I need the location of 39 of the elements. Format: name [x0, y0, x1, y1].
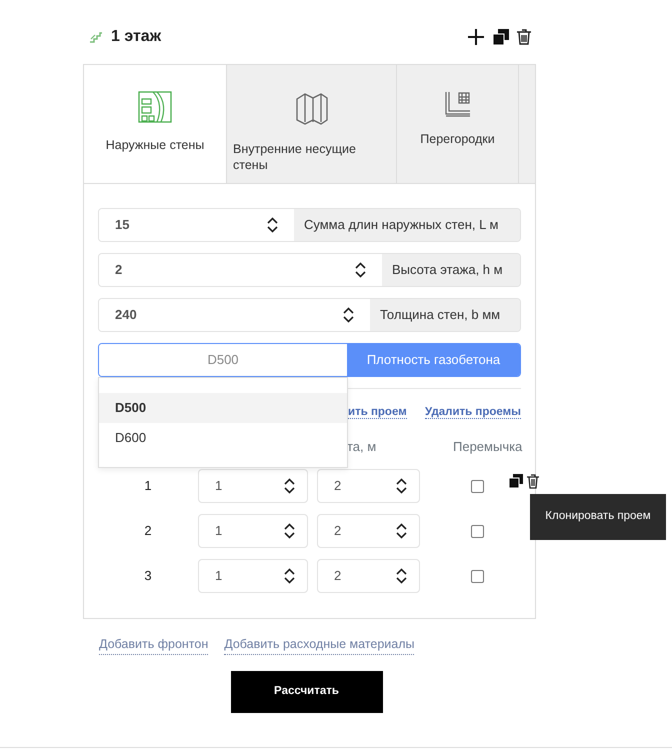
spinner-icon[interactable] [284, 568, 295, 584]
spinner-icon[interactable] [396, 523, 407, 539]
floor-title: 1 этаж [111, 27, 162, 47]
link[interactable]: Добавить фронтон [99, 635, 208, 655]
partition-grid-icon [444, 91, 470, 117]
calculate-button[interactable]: Рассчитать [230, 670, 382, 713]
number-field[interactable]: 1 [198, 469, 308, 503]
spinner-icon[interactable] [396, 568, 407, 584]
number-field[interactable]: 2 [317, 559, 420, 593]
lintel-checkbox[interactable] [471, 524, 484, 538]
dropdown-option[interactable]: D500 [99, 393, 347, 423]
column-header: та, м [346, 438, 378, 456]
tab[interactable]: Перегородки [396, 65, 518, 183]
trash-icon[interactable] [527, 474, 539, 488]
wall-plan-icon [138, 91, 172, 123]
spinner-icon[interactable] [396, 478, 407, 494]
wall-panels-icon [294, 91, 328, 125]
number-field[interactable]: 1 [198, 514, 308, 548]
row-number: 1 [143, 477, 153, 496]
clone-icon[interactable] [509, 474, 523, 488]
spinner-icon[interactable] [284, 478, 295, 494]
number-field[interactable]: 2 [317, 514, 420, 548]
column-header: Перемычка [452, 438, 522, 456]
tab[interactable]: Внутренние несущие стены [226, 65, 396, 183]
lintel-checkbox[interactable] [471, 570, 484, 582]
number-field[interactable]: 1 [198, 559, 308, 593]
stairs-icon [89, 31, 103, 43]
link[interactable]: Удалить проемы [425, 406, 521, 419]
trash-icon[interactable] [517, 29, 531, 45]
link[interactable]: Добавить расходные материалы [224, 635, 414, 655]
dropdown-option[interactable]: D600 [99, 423, 347, 453]
lintel-checkbox[interactable] [471, 480, 484, 492]
number-field[interactable]: 2 [317, 469, 420, 503]
row-number: 3 [143, 567, 153, 586]
add-icon[interactable] [467, 28, 485, 46]
row-number: 2 [143, 522, 153, 540]
spinner-icon[interactable] [284, 523, 295, 539]
clone-icon[interactable] [493, 29, 509, 45]
tooltip: Клонировать проем [530, 494, 666, 540]
